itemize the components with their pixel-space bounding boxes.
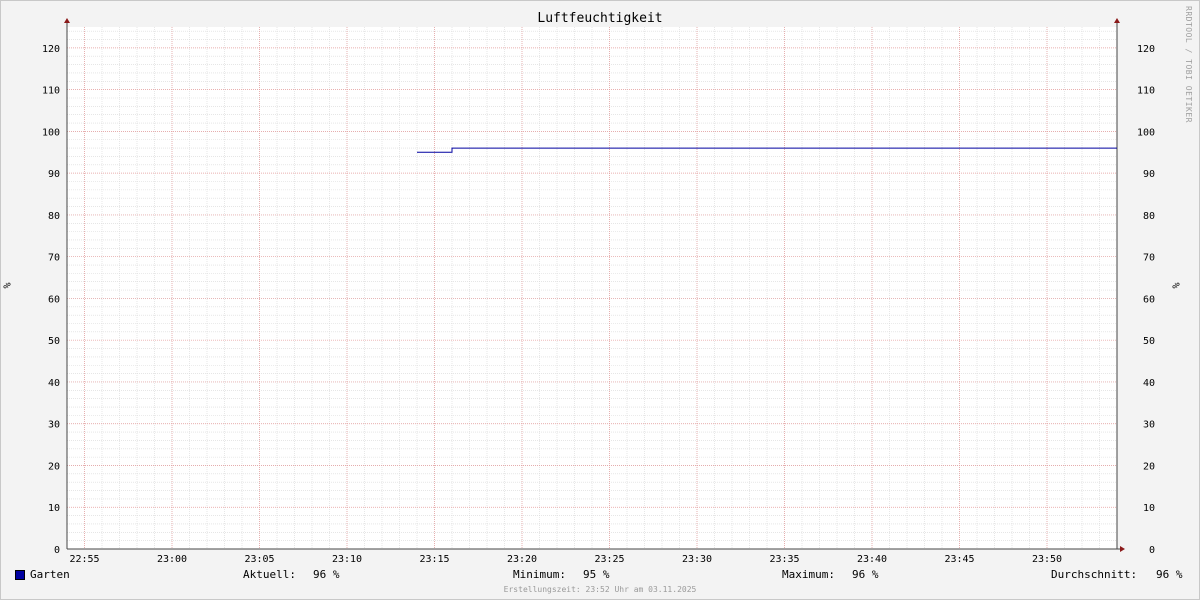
x-tick-label: 23:35 xyxy=(769,554,799,565)
y-tick-label-right: 60 xyxy=(1143,294,1155,305)
legend-series-name: Garten xyxy=(30,568,70,581)
legend-aktuell-value: 96 % xyxy=(313,568,340,581)
x-tick-label: 23:40 xyxy=(857,554,887,565)
y-tick-label-left: 30 xyxy=(48,420,60,431)
y-tick-label-left: 80 xyxy=(48,211,60,222)
y-tick-label-right: 10 xyxy=(1143,503,1155,514)
chart-title: Luftfeuchtigkeit xyxy=(537,11,663,26)
x-tick-label: 23:45 xyxy=(944,554,974,565)
legend-minimum-label: Minimum: xyxy=(513,568,566,581)
y-tick-label-right: 50 xyxy=(1143,336,1155,347)
y-tick-label-left: 10 xyxy=(48,503,60,514)
y-tick-label-right: 110 xyxy=(1137,86,1155,97)
y-axis-label-left: % xyxy=(2,282,14,289)
y-tick-label-right: 0 xyxy=(1149,545,1155,556)
y-tick-label-left: 110 xyxy=(42,86,60,97)
y-tick-label-right: 90 xyxy=(1143,169,1155,180)
x-tick-label: 23:05 xyxy=(244,554,274,565)
y-tick-label-left: 40 xyxy=(48,378,60,389)
y-tick-label-left: 50 xyxy=(48,336,60,347)
chart-svg: 0 0 10 10 20 20 30 30 40 40 50 50 60 60 70 70 80 80 90 90 10… xyxy=(42,18,1155,565)
creation-timestamp: Erstellungszeit: 23:52 Uhr am 03.11.2025 xyxy=(503,585,697,594)
y-tick-label-left: 120 xyxy=(42,44,60,55)
y-tick-label-right: 100 xyxy=(1137,127,1155,138)
y-axis-label-right: % xyxy=(1171,282,1183,289)
y-tick-label-right: 70 xyxy=(1143,253,1155,264)
x-tick-label: 23:25 xyxy=(594,554,624,565)
y-tick-label-left: 70 xyxy=(48,253,60,264)
x-tick-label: 22:55 xyxy=(69,554,99,565)
x-tick-label: 23:00 xyxy=(157,554,187,565)
y-tick-label-right: 30 xyxy=(1143,420,1155,431)
y-tick-label-right: 40 xyxy=(1143,378,1155,389)
rrdtool-watermark: RRDTOOL / TOBI OETIKER xyxy=(1184,6,1193,123)
y-tick-label-left: 60 xyxy=(48,294,60,305)
y-tick-label-right: 80 xyxy=(1143,211,1155,222)
legend-maximum-label: Maximum: xyxy=(782,568,835,581)
legend-minimum-value: 95 % xyxy=(583,568,610,581)
y-tick-label-left: 0 xyxy=(54,545,60,556)
x-tick-label: 23:20 xyxy=(507,554,537,565)
legend-swatch xyxy=(15,570,25,580)
legend-durchschnitt-label: Durchschnitt: xyxy=(1051,568,1138,581)
legend-aktuell-label: Aktuell: xyxy=(243,568,296,581)
y-tick-label-left: 20 xyxy=(48,461,60,472)
x-tick-label: 23:50 xyxy=(1032,554,1062,565)
legend-durchschnitt-value: 96 % xyxy=(1156,568,1183,581)
x-tick-label: 23:30 xyxy=(682,554,712,565)
y-tick-label-left: 100 xyxy=(42,127,60,138)
y-tick-label-left: 90 xyxy=(48,169,60,180)
x-tick-label: 23:10 xyxy=(332,554,362,565)
x-tick-label: 23:15 xyxy=(419,554,449,565)
x-axis-arrow xyxy=(1120,546,1125,552)
y-tick-label-right: 120 xyxy=(1137,44,1155,55)
y-tick-label-right: 20 xyxy=(1143,461,1155,472)
legend-maximum-value: 96 % xyxy=(852,568,879,581)
